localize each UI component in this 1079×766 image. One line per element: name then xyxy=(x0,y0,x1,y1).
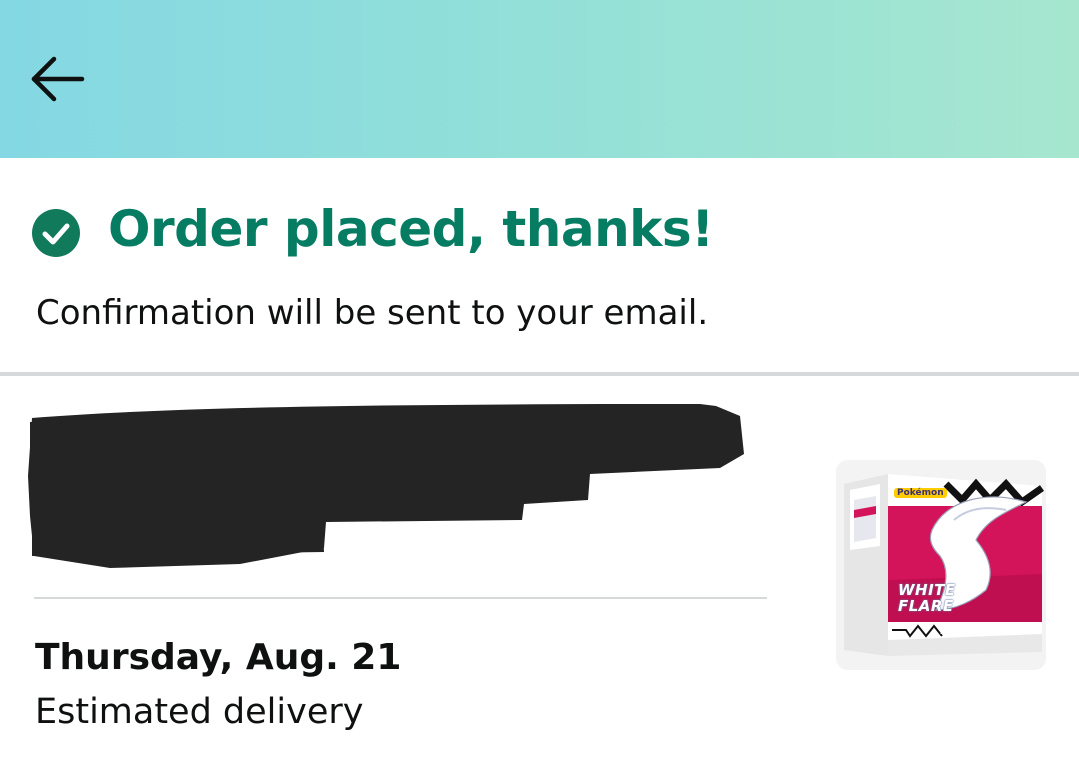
arrow-left-icon xyxy=(31,56,85,102)
top-app-bar xyxy=(0,0,1079,158)
product-title: WHITE FLARE xyxy=(898,581,956,615)
item-divider xyxy=(34,597,767,599)
product-subtitle: ELITE TRAINER BOX xyxy=(940,629,1015,636)
confirmation-section: Order placed, thanks! Confirmation will … xyxy=(0,158,1079,372)
product-brand-label: Pokémon xyxy=(894,488,947,498)
check-circle-icon xyxy=(32,209,80,257)
delivery-date: Thursday, Aug. 21 xyxy=(35,637,402,678)
redacted-shipping-address xyxy=(0,376,800,586)
product-thumbnail[interactable]: Pokémon WHITE FLARE ELITE TRAINER BOX xyxy=(836,460,1046,670)
back-button[interactable] xyxy=(22,48,92,112)
delivery-label: Estimated delivery xyxy=(35,692,364,732)
order-placed-title: Order placed, thanks! xyxy=(108,200,714,258)
order-confirmation-screen: Order placed, thanks! Confirmation will … xyxy=(0,0,1079,766)
confirmation-email-notice: Confirmation will be sent to your email. xyxy=(36,293,709,333)
